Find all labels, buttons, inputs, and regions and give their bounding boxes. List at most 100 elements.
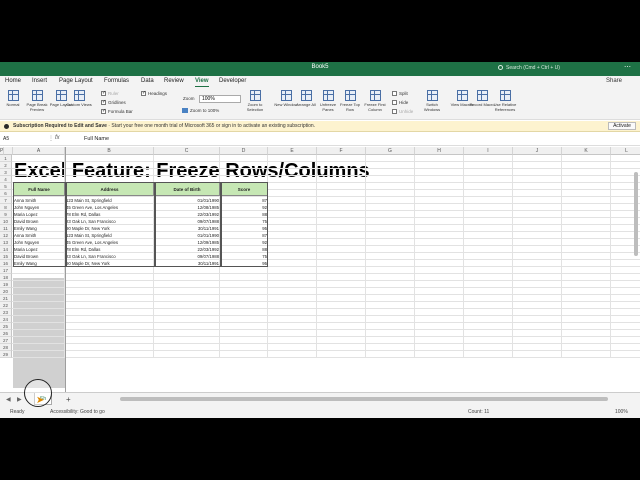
tab-view[interactable]: View bbox=[195, 78, 209, 87]
tab-developer[interactable]: Developer bbox=[219, 78, 246, 84]
add-sheet-icon[interactable]: + bbox=[66, 395, 71, 404]
row-header-28[interactable]: 28 bbox=[0, 344, 12, 351]
worksheet-grid[interactable]: Excel Feature: Freeze Rows/Columns ABCDE… bbox=[0, 147, 640, 392]
prev-sheet-icon[interactable]: ◀ bbox=[6, 396, 11, 403]
table-cell[interactable]: John Nguyen bbox=[13, 239, 65, 246]
row-header-17[interactable]: 17 bbox=[0, 267, 12, 274]
table-cell[interactable]: David Brown bbox=[13, 253, 65, 260]
table-header-cell[interactable]: Score bbox=[220, 182, 268, 196]
hide-button[interactable]: Hide bbox=[392, 100, 408, 106]
column-header-c[interactable]: C bbox=[154, 147, 220, 155]
table-cell[interactable]: 75 bbox=[220, 218, 268, 225]
row-header-24[interactable]: 24 bbox=[0, 316, 12, 323]
name-box[interactable]: A5 bbox=[3, 136, 37, 144]
vertical-scrollbar[interactable] bbox=[634, 172, 638, 256]
table-cell[interactable]: 22/03/1992 bbox=[154, 211, 220, 218]
table-cell[interactable]: 92 bbox=[220, 204, 268, 211]
custom-views-button[interactable]: Custom Views bbox=[66, 90, 92, 118]
table-cell[interactable]: 123 Main St, Springfield bbox=[65, 232, 154, 239]
page-break-preview-button[interactable]: Page Break Preview bbox=[24, 90, 50, 118]
table-cell[interactable]: 87 bbox=[220, 197, 268, 204]
table-cell[interactable]: 09/07/1988 bbox=[154, 218, 220, 225]
row-header-27[interactable]: 27 bbox=[0, 337, 12, 344]
row-header-1[interactable]: 1 bbox=[0, 155, 12, 162]
table-cell[interactable]: 75 bbox=[220, 253, 268, 260]
row-header-26[interactable]: 26 bbox=[0, 330, 12, 337]
split-button[interactable]: Split bbox=[392, 91, 408, 97]
row-header-9[interactable]: 9 bbox=[0, 211, 12, 218]
table-cell[interactable]: David Brown bbox=[13, 218, 65, 225]
table-cell[interactable]: 01/01/1990 bbox=[154, 197, 220, 204]
table-cell[interactable]: 95 bbox=[220, 260, 268, 267]
column-header-f[interactable]: F bbox=[317, 147, 366, 155]
table-cell[interactable]: Anna Smith bbox=[13, 197, 65, 204]
column-header-k[interactable]: K bbox=[562, 147, 611, 155]
row-header-22[interactable]: 22 bbox=[0, 302, 12, 309]
next-sheet-icon[interactable]: ▶ bbox=[17, 396, 22, 403]
function-icon[interactable]: fx bbox=[55, 135, 60, 141]
row-header-16[interactable]: 16 bbox=[0, 260, 12, 267]
table-cell[interactable]: Maria Lopez bbox=[13, 246, 65, 253]
row-header-20[interactable]: 20 bbox=[0, 288, 12, 295]
row-header-23[interactable]: 23 bbox=[0, 309, 12, 316]
freeze-first-column-button[interactable]: Freeze First Column bbox=[362, 90, 388, 118]
table-cell[interactable]: 12/08/1985 bbox=[154, 204, 220, 211]
column-header-p[interactable]: P bbox=[0, 147, 5, 155]
table-cell[interactable]: Emily Wang bbox=[13, 225, 65, 232]
row-header-5[interactable]: 5 bbox=[0, 183, 12, 190]
row-header-11[interactable]: 11 bbox=[0, 225, 12, 232]
column-header-j[interactable]: J bbox=[513, 147, 562, 155]
row-header-14[interactable]: 14 bbox=[0, 246, 12, 253]
formula-bar-checkbox[interactable]: Formula Bar bbox=[101, 108, 133, 115]
search-box[interactable]: Search (Cmd + Ctrl + U) bbox=[498, 64, 608, 73]
use-relative-references-button[interactable]: Use Relative References bbox=[492, 90, 518, 118]
table-cell[interactable]: 78 Elm Rd, Dallas bbox=[65, 211, 154, 218]
table-cell[interactable]: 123 Main St, Springfield bbox=[65, 197, 154, 204]
row-header-12[interactable]: 12 bbox=[0, 232, 12, 239]
table-cell[interactable]: 45 Green Ave, Los Angeles bbox=[65, 239, 154, 246]
table-cell[interactable]: 45 Green Ave, Los Angeles bbox=[65, 204, 154, 211]
status-accessibility[interactable]: Accessibility: Good to go bbox=[50, 409, 105, 415]
zoom-100-button[interactable]: Zoom to 100% bbox=[182, 108, 219, 114]
gridlines-checkbox[interactable]: Gridlines bbox=[101, 99, 126, 106]
row-header-25[interactable]: 25 bbox=[0, 323, 12, 330]
row-header-2[interactable]: 2 bbox=[0, 162, 12, 169]
table-cell[interactable]: Maria Lopez bbox=[13, 211, 65, 218]
table-header-cell[interactable]: Full Name bbox=[13, 182, 65, 196]
table-cell[interactable]: 22/03/1992 bbox=[154, 246, 220, 253]
row-header-4[interactable]: 4 bbox=[0, 176, 12, 183]
column-header-l[interactable]: L bbox=[611, 147, 640, 155]
table-cell[interactable]: 09/07/1988 bbox=[154, 253, 220, 260]
table-cell[interactable]: 95 bbox=[220, 225, 268, 232]
ruler-checkbox[interactable]: Ruler bbox=[101, 90, 119, 97]
table-cell[interactable]: 90 Maple Dr, New York bbox=[65, 225, 154, 232]
table-cell[interactable]: 01/01/1990 bbox=[154, 232, 220, 239]
column-header-d[interactable]: D bbox=[220, 147, 268, 155]
tab-formulas[interactable]: Formulas bbox=[104, 78, 129, 84]
table-cell[interactable]: 92 bbox=[220, 239, 268, 246]
table-cell[interactable]: 87 bbox=[220, 232, 268, 239]
row-header-15[interactable]: 15 bbox=[0, 253, 12, 260]
share-button[interactable]: Share bbox=[606, 78, 622, 84]
row-header-13[interactable]: 13 bbox=[0, 239, 12, 246]
tab-page-layout[interactable]: Page Layout bbox=[59, 78, 93, 84]
table-cell[interactable]: 88 bbox=[220, 246, 268, 253]
table-header-cell[interactable]: Date of Birth bbox=[154, 182, 220, 196]
formula-input[interactable]: Full Name bbox=[84, 136, 109, 142]
row-header-21[interactable]: 21 bbox=[0, 295, 12, 302]
table-cell[interactable]: John Nguyen bbox=[13, 204, 65, 211]
zoom-select[interactable]: 100% bbox=[199, 95, 241, 103]
row-header-3[interactable]: 3 bbox=[0, 169, 12, 176]
table-cell[interactable]: 30/11/1991 bbox=[154, 260, 220, 267]
tab-insert[interactable]: Insert bbox=[32, 78, 47, 84]
table-cell[interactable]: 88 bbox=[220, 211, 268, 218]
table-cell[interactable]: 23 Oak Ln, San Francisco bbox=[65, 218, 154, 225]
switch-windows-button[interactable]: Switch Windows bbox=[419, 90, 445, 118]
activate-button[interactable]: Activate bbox=[608, 122, 636, 130]
table-cell[interactable]: 78 Elm Rd, Dallas bbox=[65, 246, 154, 253]
more-options-icon[interactable]: ⋯ bbox=[624, 63, 631, 71]
table-cell[interactable]: 12/09/1985 bbox=[154, 239, 220, 246]
table-cell[interactable]: 30/11/1991 bbox=[154, 225, 220, 232]
column-header-h[interactable]: H bbox=[415, 147, 464, 155]
row-header-29[interactable]: 29 bbox=[0, 351, 12, 358]
